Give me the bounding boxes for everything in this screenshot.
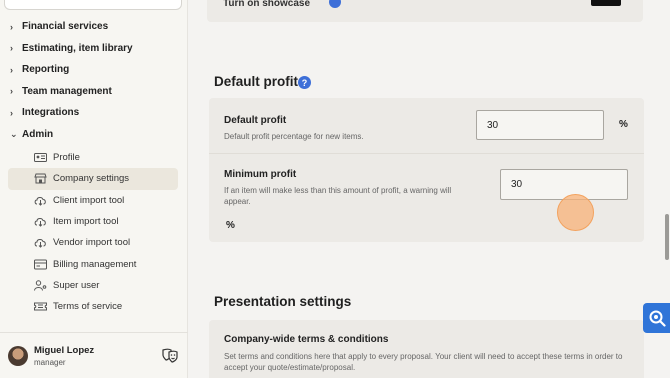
sidebar-item-billing[interactable]: Billing management bbox=[8, 253, 178, 274]
sidebar-item-label: Terms of service bbox=[53, 301, 123, 313]
chevron-right-icon: › bbox=[10, 64, 13, 75]
sidebar-nav: › Financial services › Estimating, item … bbox=[0, 16, 188, 145]
minimum-profit-label: Minimum profit bbox=[224, 169, 297, 180]
user-role: manager bbox=[34, 357, 66, 367]
help-icon[interactable] bbox=[329, 0, 341, 8]
sidebar-item-terms[interactable]: Terms of service bbox=[8, 296, 178, 317]
user-key-icon bbox=[34, 280, 47, 291]
sidebar-item-label: Client import tool bbox=[53, 194, 125, 206]
cloud-download-icon bbox=[34, 237, 47, 249]
chevron-right-icon: › bbox=[10, 86, 13, 97]
sidebar-item-admin[interactable]: ⌄ Admin bbox=[0, 124, 188, 146]
store-icon bbox=[34, 173, 47, 184]
sidebar-item-financial-services[interactable]: › Financial services bbox=[0, 16, 188, 38]
chevron-right-icon: › bbox=[10, 21, 13, 32]
sidebar-item-label: Billing management bbox=[53, 258, 137, 270]
sidebar-item-label: Super user bbox=[53, 279, 100, 291]
terms-description: Set terms and conditions here that apply… bbox=[224, 352, 623, 372]
sidebar-item-estimating[interactable]: › Estimating, item library bbox=[0, 38, 188, 60]
help-icon[interactable]: ? bbox=[298, 76, 311, 89]
sidebar-item-integrations[interactable]: › Integrations bbox=[0, 102, 188, 124]
sidebar-item-super-user[interactable]: Super user bbox=[8, 275, 178, 296]
chevron-down-icon: ⌄ bbox=[10, 128, 18, 139]
sidebar-item-team-management[interactable]: › Team management bbox=[0, 81, 188, 103]
scrollbar-thumb[interactable] bbox=[665, 214, 669, 260]
chevron-right-icon: › bbox=[10, 43, 13, 54]
sidebar-item-profile[interactable]: Profile bbox=[8, 147, 178, 168]
sidebar-item-vendor-import[interactable]: Vendor import tool bbox=[8, 232, 178, 253]
id-card-icon bbox=[34, 152, 47, 163]
click-indicator bbox=[557, 194, 594, 231]
default-profit-label: Default profit bbox=[224, 115, 287, 126]
sidebar-item-client-import[interactable]: Client import tool bbox=[8, 190, 178, 211]
zoom-assist-button[interactable] bbox=[643, 303, 670, 333]
sidebar-item-label: Admin bbox=[22, 128, 54, 140]
sidebar-item-label: Item import tool bbox=[53, 216, 119, 228]
ticket-icon bbox=[34, 301, 47, 312]
showcase-toggle[interactable] bbox=[591, 0, 621, 6]
showcase-row: Turn on showcase bbox=[207, 0, 643, 22]
minimum-profit-input[interactable]: 30 bbox=[500, 169, 628, 200]
default-profit-description: Default profit percentage for new items. bbox=[224, 132, 364, 141]
minimum-profit-description: If an item will make less than this amou… bbox=[224, 186, 452, 206]
sidebar-search-box[interactable] bbox=[4, 0, 182, 10]
billing-icon bbox=[34, 259, 47, 270]
main-content: Turn on showcase Default profit ? Defaul… bbox=[189, 0, 670, 378]
sidebar-item-company-settings[interactable]: Company settings bbox=[8, 168, 178, 190]
cloud-download-icon bbox=[34, 216, 47, 227]
sidebar-item-label: Profile bbox=[53, 152, 80, 164]
sidebar-item-label: Integrations bbox=[22, 107, 80, 119]
sidebar-item-item-import[interactable]: Item import tool bbox=[8, 211, 178, 232]
default-profit-title: Default profit bbox=[214, 74, 298, 89]
sidebar-item-label: Financial services bbox=[22, 21, 109, 33]
admin-submenu: Profile Company settings Client import t… bbox=[0, 147, 188, 317]
terms-label: Company-wide terms & conditions bbox=[224, 334, 389, 345]
default-profit-unit: % bbox=[619, 119, 628, 130]
sidebar-item-reporting[interactable]: › Reporting bbox=[0, 59, 188, 81]
presentation-settings-title: Presentation settings bbox=[214, 294, 352, 309]
sidebar: › Financial services › Estimating, item … bbox=[0, 0, 188, 378]
sidebar-item-label: Estimating, item library bbox=[22, 42, 133, 54]
user-name: Miguel Lopez bbox=[34, 344, 95, 356]
sidebar-item-label: Vendor import tool bbox=[53, 237, 131, 249]
presentation-card: Company-wide terms & conditions Set term… bbox=[209, 320, 644, 378]
magnifier-icon bbox=[649, 310, 666, 327]
divider bbox=[209, 153, 644, 154]
sidebar-item-label: Reporting bbox=[22, 64, 70, 76]
avatar bbox=[8, 345, 28, 366]
theater-masks-icon[interactable] bbox=[162, 347, 178, 363]
showcase-label: Turn on showcase bbox=[223, 0, 311, 9]
sidebar-item-label: Company settings bbox=[53, 173, 130, 185]
minimum-profit-unit: % bbox=[226, 220, 235, 231]
cloud-download-icon bbox=[34, 195, 47, 206]
user-profile[interactable]: Miguel Lopez manager bbox=[0, 332, 188, 378]
sidebar-item-label: Team management bbox=[22, 85, 112, 97]
default-profit-input[interactable]: 30 bbox=[476, 110, 604, 140]
user-info: Miguel Lopez manager bbox=[34, 345, 94, 367]
chevron-right-icon: › bbox=[10, 107, 13, 118]
